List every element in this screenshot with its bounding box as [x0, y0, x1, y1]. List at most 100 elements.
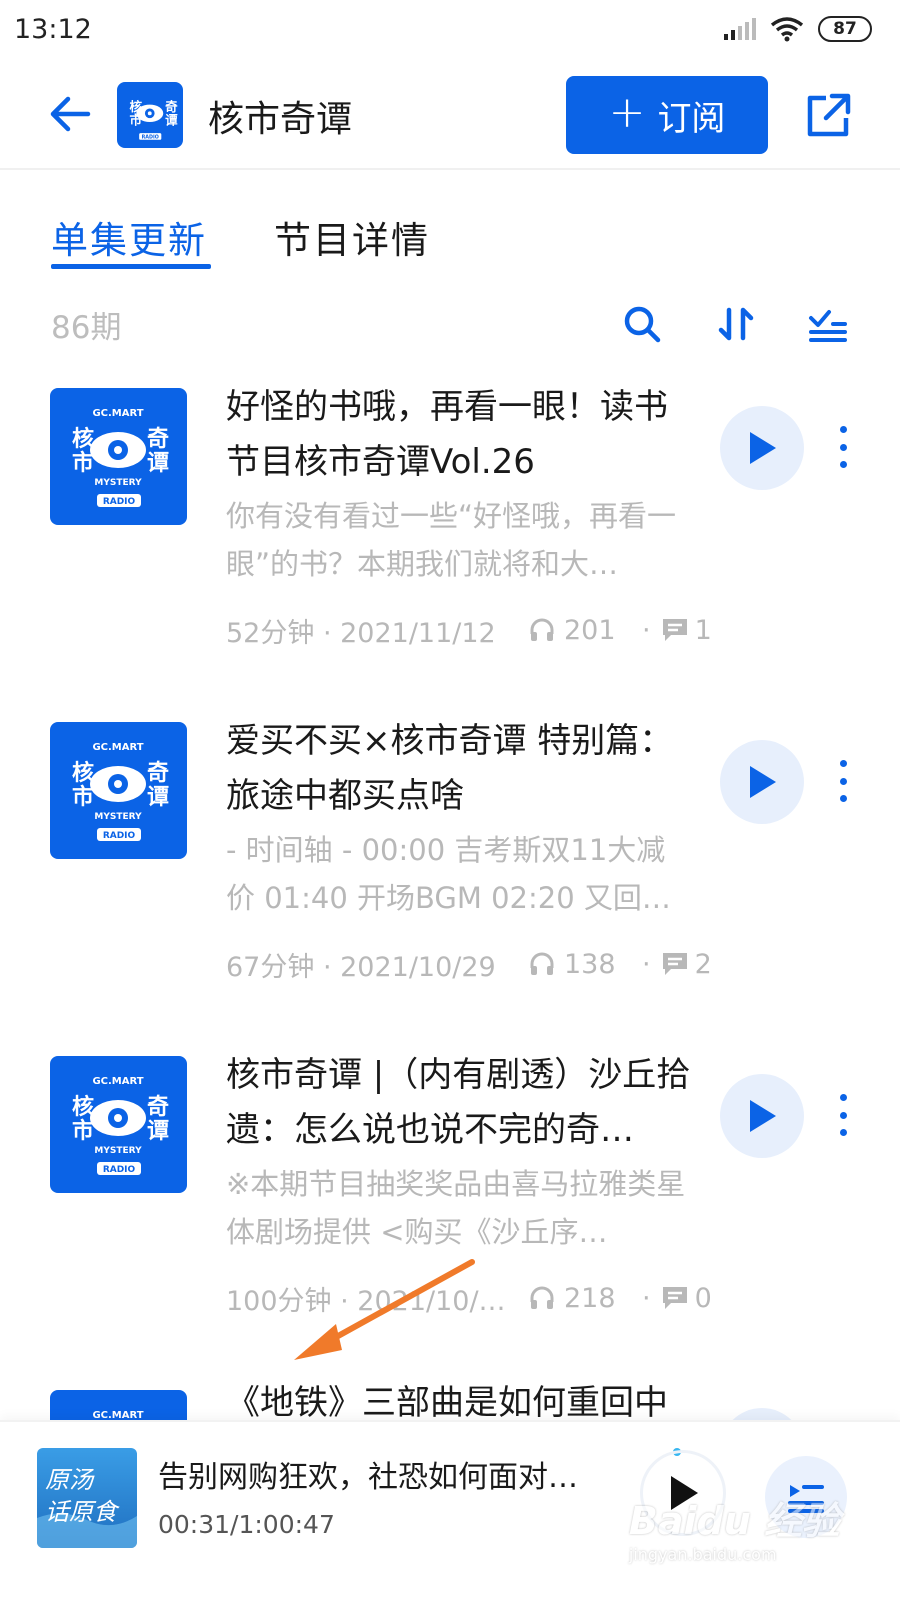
play-button[interactable]: [720, 740, 804, 824]
episode-item[interactable]: GC.MART 《地铁》三部曲是如何重回中: [0, 1382, 900, 1420]
svg-text:核: 核: [72, 426, 94, 452]
more-options-button[interactable]: [828, 1090, 858, 1140]
svg-text:原汤: 原汤: [45, 1466, 95, 1494]
svg-text:奇: 奇: [147, 1094, 169, 1120]
logo-top-text: GC.MART: [92, 1410, 143, 1420]
subscribe-label: 订阅: [657, 98, 726, 139]
tab-episodes[interactable]: 单集更新: [51, 210, 207, 264]
active-tab-indicator: [51, 264, 211, 269]
svg-text:市: 市: [72, 1118, 94, 1144]
episode-title: 爱买不买×核市奇谭 特别篇：旅途中都买点啥: [226, 721, 674, 816]
svg-text:谭: 谭: [147, 785, 169, 810]
signal-icon: [724, 18, 756, 40]
episode-duration-date: 67分钟 · 2021/10/29: [226, 951, 496, 983]
share-button[interactable]: [798, 86, 858, 146]
episode-duration-date: 100分钟 · 2021/10/…: [226, 1285, 506, 1317]
headphones-icon: [530, 1286, 554, 1309]
episode-title: 《地铁》三部曲是如何重回中: [226, 1383, 668, 1420]
listen-count-group: 138: [528, 949, 616, 980]
comment-count: 0: [694, 1282, 712, 1314]
svg-text:奇: 奇: [165, 99, 178, 114]
svg-text:奇: 奇: [147, 760, 169, 786]
listen-count: 138: [564, 948, 616, 980]
episode-item[interactable]: GC.MART 核 市 奇 谭 MYSTERY RADIO 爱买不买×核市奇谭 …: [0, 714, 900, 1054]
comment-count-group: · 1: [642, 614, 712, 646]
episode-title: 好怪的书哦，再看一眼！读书节目核市奇谭Vol.26: [226, 387, 668, 482]
logo-top-text: GC.MART: [92, 742, 143, 753]
battery-indicator: 87: [818, 16, 872, 42]
episode-description: ※本期节目抽奖奖品由喜马拉雅类星体剧场提供 <购买《沙丘序…: [226, 1167, 686, 1249]
comment-icon: [662, 1287, 687, 1309]
episode-cover: GC.MART: [50, 1390, 187, 1420]
comment-count: 2: [694, 948, 712, 980]
play-button[interactable]: [720, 1074, 804, 1158]
now-playing-cover: 原汤 话原食: [37, 1448, 137, 1548]
checklist-icon: [809, 310, 847, 342]
back-button[interactable]: [42, 86, 98, 142]
logo-bottom-text: MYSTERY: [94, 812, 142, 822]
episode-title: 核市奇谭 |（内有剧透）沙丘拾遗：怎么说也说不完的奇…: [226, 1055, 691, 1150]
header: 核 市 奇 谭 RADIO 核市奇谭 + 订阅: [0, 64, 900, 170]
svg-text:奇: 奇: [147, 426, 169, 452]
play-icon: [750, 432, 776, 464]
watermark-brand: Baidu 经验: [628, 1499, 840, 1543]
comment-icon: [662, 953, 687, 975]
more-options-button[interactable]: [828, 422, 858, 472]
svg-text:核: 核: [72, 760, 94, 786]
status-bar: 13:12 87: [0, 0, 900, 64]
tab-bar: 单集更新 节目详情: [0, 200, 900, 280]
plus-icon: +: [608, 87, 646, 138]
svg-text:RADIO: RADIO: [142, 134, 159, 140]
svg-text:话原食: 话原食: [45, 1498, 120, 1526]
batch-select-button[interactable]: [802, 298, 854, 350]
svg-text:核: 核: [130, 99, 143, 114]
tab-program-details[interactable]: 节目详情: [274, 210, 430, 264]
svg-text:谭: 谭: [165, 112, 178, 127]
sort-button[interactable]: [710, 298, 762, 350]
headphones-icon: [530, 952, 554, 975]
play-icon: [750, 1100, 776, 1132]
play-button[interactable]: [720, 406, 804, 490]
watermark-url: jingyan.baidu.com: [628, 1545, 777, 1564]
headphones-icon: [530, 618, 554, 641]
logo-radio-text: RADIO: [103, 497, 136, 507]
search-icon: [624, 306, 661, 343]
baidu-watermark: Baidu 经验 jingyan.baidu.com: [629, 1490, 840, 1564]
listen-count: 218: [564, 1282, 616, 1314]
status-icons: 87: [724, 16, 872, 42]
logo-radio-text: RADIO: [103, 1165, 136, 1175]
subscribe-button[interactable]: + 订阅: [566, 76, 768, 154]
svg-text:核: 核: [72, 1094, 94, 1120]
episode-cover: GC.MART 核 市 奇 谭 MYSTERY RADIO: [50, 388, 187, 525]
play-button[interactable]: [720, 1408, 804, 1420]
sort-icon: [718, 307, 754, 341]
play-icon: [750, 766, 776, 798]
episode-meta: 100分钟 · 2021/10/… 218 · 0: [226, 1278, 712, 1318]
share-icon: [807, 93, 851, 137]
status-time: 13:12: [14, 14, 92, 45]
episode-count: 86期: [51, 310, 122, 346]
episode-cover: GC.MART 核 市 奇 谭 MYSTERY RADIO: [50, 722, 187, 859]
more-options-button[interactable]: [828, 756, 858, 806]
search-button[interactable]: [616, 298, 668, 350]
svg-text:谭: 谭: [147, 1119, 169, 1144]
svg-text:市: 市: [130, 112, 143, 127]
wifi-icon: [770, 17, 804, 42]
episode-duration-date: 52分钟 · 2021/11/12: [226, 617, 496, 649]
comment-count-group: · 2: [642, 948, 712, 980]
listen-count: 201: [564, 614, 616, 646]
episode-cover: GC.MART 核 市 奇 谭 MYSTERY RADIO: [50, 1056, 187, 1193]
svg-text:市: 市: [72, 450, 94, 476]
svg-text:谭: 谭: [147, 451, 169, 476]
now-playing-title: 告别网购狂欢，社恐如何面对…: [158, 1460, 578, 1495]
podcast-title: 核市奇谭: [208, 99, 353, 140]
episode-item[interactable]: GC.MART 核 市 奇 谭 MYSTERY RADIO 好怪的书哦，再看一眼…: [0, 380, 900, 720]
logo-top-text: GC.MART: [92, 1076, 143, 1087]
episode-item[interactable]: GC.MART 核 市 奇 谭 MYSTERY RADIO 核市奇谭 |（内有剧…: [0, 1048, 900, 1388]
now-playing-time: 00:31/1:00:47: [158, 1510, 335, 1539]
episode-meta: 52分钟 · 2021/11/12 201 · 1: [226, 610, 712, 650]
episode-description: 你有没有看过一些“好怪哦，再看一眼”的书？本期我们就将和大…: [226, 499, 677, 581]
arrow-left-icon: [50, 96, 91, 132]
podcast-logo: 核 市 奇 谭 RADIO: [117, 82, 183, 148]
logo-bottom-text: MYSTERY: [94, 1146, 142, 1156]
